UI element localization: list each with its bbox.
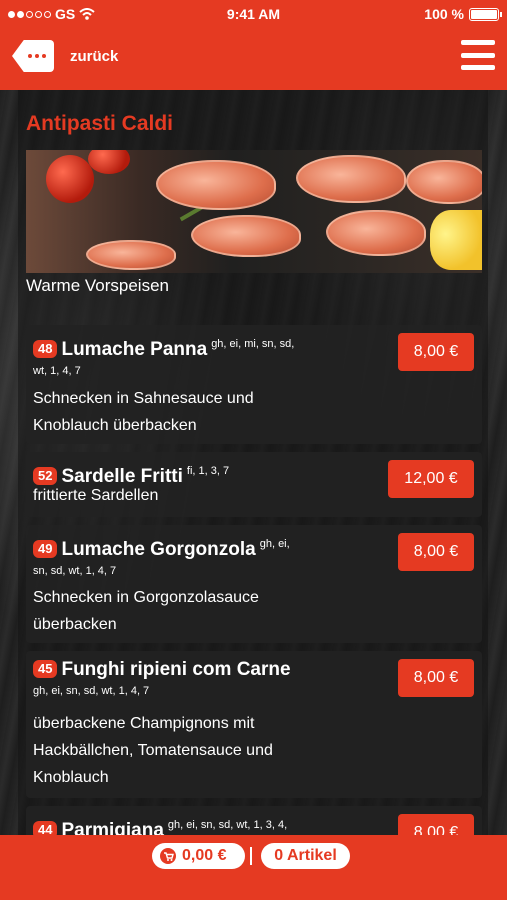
item-description: frittierte Sardellen (33, 487, 159, 504)
item-allergens: gh, ei, sn, sd, wt, 1, 3, 4, (167, 819, 288, 831)
cart-total-button[interactable]: 0,00 € (152, 843, 245, 869)
category-title: Antipasti Caldi (26, 112, 174, 135)
hamburger-menu-icon[interactable] (461, 40, 495, 70)
item-allergens-continued: sn, sd, wt, 1, 4, 7 (33, 565, 117, 577)
cart-bar: 0,00 € 0 Artikel (0, 835, 507, 900)
item-allergens-continued: wt, 1, 4, 7 (33, 365, 81, 377)
shopping-cart-icon (160, 848, 176, 864)
cart-item-count-button[interactable]: 0 Artikel (261, 843, 350, 869)
item-number-badge: 48 (33, 340, 58, 358)
item-name: Lumache Panna (61, 339, 208, 360)
category-subtitle: Warme Vorspeisen (26, 276, 169, 295)
cart-total-amount: 0,00 € (182, 847, 227, 864)
menu-item[interactable]: 49 Lumache Gorgonzola gh, ei, sn, sd, wt, … (26, 525, 482, 643)
add-to-cart-price-button[interactable]: 8,00 € (398, 333, 474, 371)
add-to-cart-price-button[interactable]: 8,00 € (398, 659, 474, 697)
item-description: Schnecken in Gorgonzolasauce überbacken (33, 589, 259, 633)
item-name: Funghi ripieni com Carne (61, 659, 291, 680)
item-name: Lumache Gorgonzola (61, 539, 256, 560)
menu-item[interactable]: 52 Sardelle Fritti fi, 1, 3, 7 frittierte … (26, 452, 482, 517)
add-to-cart-price-button[interactable]: 8,00 € (398, 814, 474, 835)
nav-bar: zurück (0, 28, 507, 90)
item-number-badge: 45 (33, 660, 58, 678)
category-panel: Antipasti Caldi Warme Vorspeisen 48 Lumac… (18, 90, 488, 835)
back-label[interactable]: zurück (70, 48, 118, 65)
status-bar: GS 9:41 AM 100 % (0, 0, 507, 28)
item-allergens: fi, 1, 3, 7 (186, 465, 230, 477)
category-hero-image (26, 150, 482, 273)
cart-divider (250, 847, 252, 865)
item-number-badge: 49 (33, 540, 58, 558)
battery-icon (469, 7, 502, 21)
item-allergens: gh, ei, (259, 538, 290, 550)
battery-percent: 100 % (424, 6, 464, 22)
add-to-cart-price-button[interactable]: 8,00 € (398, 533, 474, 571)
item-name: Parmigiana (61, 820, 164, 835)
item-description: überbackene Champignons mit Hackbällchen… (33, 715, 273, 786)
item-description: Schnecken in Sahnesauce und Knoblauch üb… (33, 390, 254, 434)
add-to-cart-price-button[interactable]: 12,00 € (388, 460, 474, 498)
item-allergens-continued: gh, ei, sn, sd, wt, 1, 4, 7 (33, 685, 150, 697)
item-allergens: gh, ei, mi, sn, sd, (211, 338, 295, 350)
menu-item[interactable]: 44 Parmigiana gh, ei, sn, sd, wt, 1, 3, 4,… (26, 806, 482, 835)
back-button[interactable] (12, 40, 54, 72)
menu-item[interactable]: 48 Lumache Panna gh, ei, mi, sn, sd, wt, 1… (26, 325, 482, 444)
dots-icon (28, 54, 32, 58)
battery-info: 100 % (424, 6, 502, 22)
menu-item[interactable]: 45 Funghi ripieni com Carne gh, ei, sn, s… (26, 651, 482, 798)
item-number-badge: 44 (33, 821, 58, 835)
